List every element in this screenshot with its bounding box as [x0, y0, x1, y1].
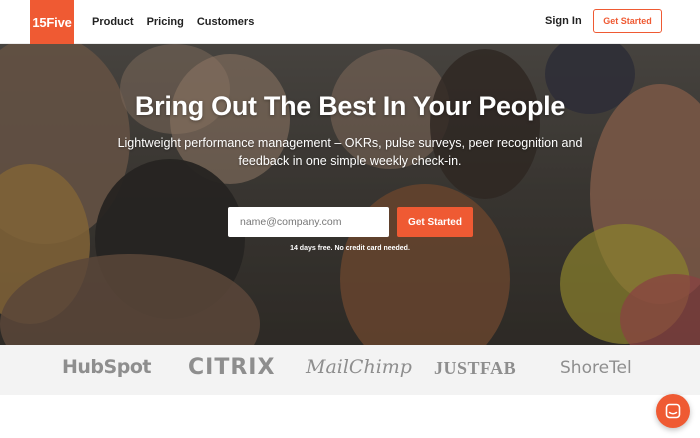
hero-section: Bring Out The Best In Your People Lightw… — [0, 44, 700, 345]
get-started-hero-button[interactable]: Get Started — [397, 207, 473, 237]
hero-overlay — [0, 44, 700, 345]
brand-logo[interactable]: 15Five — [30, 0, 74, 44]
hubspot-logo: HubSpot — [62, 356, 151, 378]
chat-icon — [665, 403, 681, 419]
nav-customers[interactable]: Customers — [197, 16, 254, 28]
top-nav: 15Five Product Pricing Customers Sign In… — [0, 0, 700, 44]
nav-pricing[interactable]: Pricing — [147, 16, 184, 28]
mailchimp-logo: MailChimp — [306, 356, 412, 378]
get-started-header-button[interactable]: Get Started — [593, 9, 662, 33]
trial-note: 14 days free. No credit card needed. — [290, 245, 410, 252]
citrix-logo: CITRIX — [188, 355, 276, 380]
nav-product[interactable]: Product — [92, 16, 134, 28]
hero-subtitle: Lightweight performance management – OKR… — [117, 136, 583, 168]
email-input[interactable] — [228, 207, 389, 237]
shoretel-logo: ShoreTel — [560, 358, 632, 378]
primary-nav: Product Pricing Customers — [92, 0, 254, 44]
sign-in-link[interactable]: Sign In — [545, 15, 582, 27]
chat-launcher-button[interactable] — [656, 394, 690, 428]
hero-title: Bring Out The Best In Your People — [134, 91, 566, 121]
justfab-logo: JUSTFAB — [434, 358, 517, 378]
